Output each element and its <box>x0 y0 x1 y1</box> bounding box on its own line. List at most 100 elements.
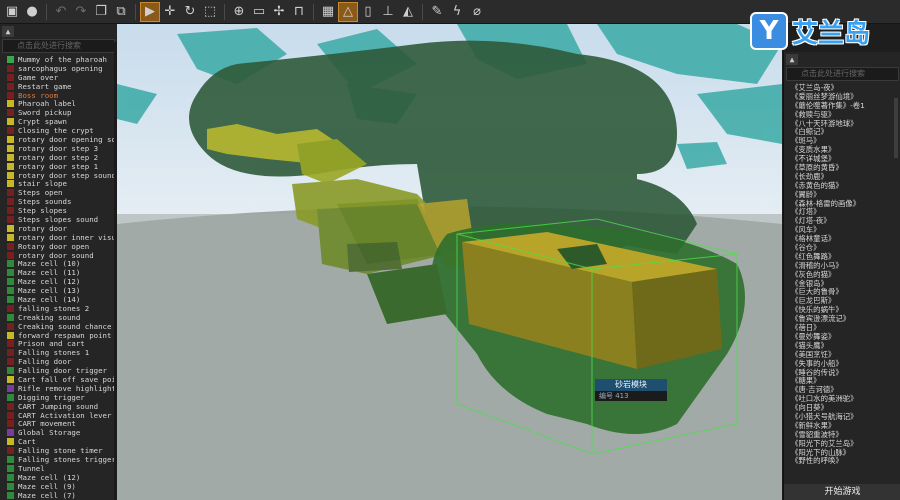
asset-item[interactable]: 《向日葵》 <box>791 403 900 412</box>
copy-icon[interactable]: ⧉ <box>111 2 131 22</box>
duplicate-icon[interactable]: ❐ <box>91 2 111 22</box>
undo-icon[interactable]: ↶ <box>51 2 71 22</box>
asset-item[interactable]: 《新鲜水果》 <box>791 421 900 430</box>
asset-item[interactable]: 《翼龄》 <box>791 190 900 199</box>
hierarchy-item[interactable]: Steps open <box>0 188 117 197</box>
asset-item[interactable]: 《长劲鹿》 <box>791 172 900 181</box>
hierarchy-item[interactable]: Maze cell (9) <box>0 482 117 491</box>
hierarchy-item[interactable]: stair slope <box>0 179 117 188</box>
hierarchy-search-input[interactable]: 点击此处进行搜索 <box>2 39 115 53</box>
hierarchy-item[interactable]: falling stones 2 <box>0 304 117 313</box>
hierarchy-item[interactable]: rotary door step 2 <box>0 153 117 162</box>
move-tool-icon[interactable]: ✛ <box>160 2 180 22</box>
asset-search-input[interactable]: 点击此处进行搜索 <box>786 67 899 81</box>
asset-item[interactable]: 《赤黄色的猫》 <box>791 181 900 190</box>
hierarchy-item[interactable]: Maze cell (14) <box>0 295 117 304</box>
asset-item[interactable]: 《美国烹饪》 <box>791 350 900 359</box>
hierarchy-item[interactable]: Digging trigger <box>0 393 117 402</box>
asset-item[interactable]: 《格林童话》 <box>791 234 900 243</box>
hierarchy-item[interactable]: Tunnel <box>0 464 117 473</box>
hierarchy-item[interactable]: Maze cell (13) <box>0 286 117 295</box>
collapse-panel-button[interactable]: ▲ <box>2 25 14 37</box>
asset-item[interactable]: 《艾兰岛-夜》 <box>791 83 900 92</box>
asset-item[interactable]: 《唐·吉诃德》 <box>791 385 900 394</box>
hierarchy-item[interactable]: rotary door inner visual <box>0 233 117 242</box>
asset-item[interactable]: 《灰色的猫》 <box>791 270 900 279</box>
rotate-tool-icon[interactable]: ↻ <box>180 2 200 22</box>
hierarchy-item[interactable]: rotary door step sounds <box>0 171 117 180</box>
hierarchy-item[interactable]: Maze cell (12) <box>0 277 117 286</box>
hierarchy-item[interactable]: Steps slopes sound <box>0 215 117 224</box>
asset-item[interactable]: 《白鲸记》 <box>791 127 900 137</box>
hierarchy-item[interactable]: Prison and cart <box>0 339 117 348</box>
asset-item[interactable]: 《斑马》 <box>791 136 900 145</box>
hierarchy-item[interactable]: Cart fall off save point <box>0 375 117 384</box>
hierarchy-item[interactable]: Cart <box>0 437 117 446</box>
local-space-icon[interactable]: ▭ <box>249 2 269 22</box>
lightbulb-icon[interactable]: ● <box>22 2 42 22</box>
eyedropper-icon[interactable]: ✎ <box>427 2 447 22</box>
hierarchy-item[interactable]: rotary door sound <box>0 251 117 260</box>
asset-item[interactable]: 《雪貂重波特》 <box>791 430 900 439</box>
hierarchy-item[interactable]: Global Storage <box>0 428 117 437</box>
start-game-button[interactable]: 开始游戏 <box>784 484 900 500</box>
asset-item[interactable]: 《巨大的鲁骨》 <box>791 287 900 297</box>
asset-item[interactable]: 《阳光下的山脉》 <box>791 448 900 457</box>
asset-item[interactable]: 《不详城堡》 <box>791 154 900 163</box>
asset-item[interactable]: 《滑稽的小马》 <box>791 261 900 270</box>
hierarchy-item[interactable]: rotary door <box>0 224 117 233</box>
asset-item[interactable]: 《风车》 <box>791 225 900 234</box>
asset-item[interactable]: 《糖果》 <box>791 376 900 385</box>
asset-item[interactable]: 《金银岛》 <box>791 279 900 288</box>
asset-item[interactable]: 《灯塔-夜》 <box>791 216 900 225</box>
hierarchy-item[interactable]: Maze cell (12) <box>0 473 117 482</box>
hierarchy-item[interactable]: Rotary door open <box>0 242 117 251</box>
asset-item[interactable]: 《鲁宾逊漂流记》 <box>791 314 900 323</box>
asset-item[interactable]: 《红色舞路》 <box>791 252 900 261</box>
terrain-icon[interactable]: ◭ <box>398 2 418 22</box>
hierarchy-item[interactable]: Creaking sound chance <box>0 322 117 331</box>
lightning-icon[interactable]: ϟ <box>447 2 467 22</box>
asset-item[interactable]: 《小猎犬号航海记》 <box>791 412 900 421</box>
hierarchy-item[interactable]: Step slopes <box>0 206 117 215</box>
hierarchy-item[interactable]: Falling stone timer <box>0 446 117 455</box>
hierarchy-item[interactable]: Steps sounds <box>0 197 117 206</box>
scene-viewport[interactable]: 砂岩模块 编号 413 <box>117 24 782 500</box>
hierarchy-item[interactable]: Maze cell (7) <box>0 491 117 500</box>
hierarchy-item[interactable]: Mummy of the pharoah <box>0 55 117 64</box>
hierarchy-item[interactable]: forward respawn point <box>0 331 117 340</box>
hierarchy-item[interactable]: rotary door opening sound <box>0 135 117 144</box>
save-icon[interactable]: ▣ <box>2 2 22 22</box>
grid-icon[interactable]: ▦ <box>318 2 338 22</box>
hierarchy-item[interactable]: Maze cell (11) <box>0 268 117 277</box>
bar-icon[interactable]: ▯ <box>358 2 378 22</box>
hierarchy-item[interactable]: Crypt spawn <box>0 117 117 126</box>
asset-item[interactable]: 《巨龙巴斯》 <box>791 296 900 305</box>
scale-tool-icon[interactable]: ⬚ <box>200 2 220 22</box>
asset-item[interactable]: 《吐口水的美洲驼》 <box>791 394 900 403</box>
hierarchy-item[interactable]: Boss room <box>0 91 117 100</box>
hierarchy-item[interactable]: CART Jumping sound <box>0 402 117 411</box>
hierarchy-item[interactable]: Falling door <box>0 357 117 366</box>
hierarchy-item[interactable]: Falling stones trigger <box>0 455 117 464</box>
globe-icon[interactable]: ⊕ <box>229 2 249 22</box>
hierarchy-item[interactable]: Restart game <box>0 82 117 91</box>
snap-icon[interactable]: ✢ <box>269 2 289 22</box>
collapse-asset-panel-button[interactable]: ▲ <box>786 53 798 65</box>
asset-item[interactable]: 《睡谷的传说》 <box>791 368 900 377</box>
pin-icon[interactable]: ⊥ <box>378 2 398 22</box>
hierarchy-item[interactable]: sarcophagus opening <box>0 64 117 73</box>
asset-item[interactable]: 《蘑伦噬著作集》-卷1 <box>791 101 900 110</box>
hierarchy-item[interactable]: Falling stones 1 <box>0 348 117 357</box>
asset-item[interactable]: 《曼妙舞姿》 <box>791 332 900 341</box>
asset-item[interactable]: 《阳光下的艾兰岛》 <box>791 439 900 448</box>
hierarchy-item[interactable]: rotary door step 3 <box>0 144 117 153</box>
asset-item[interactable]: 《谷仓》 <box>791 243 900 252</box>
asset-item[interactable]: 《野性的呼唤》 <box>791 456 900 465</box>
hierarchy-item[interactable]: Game over <box>0 73 117 82</box>
lock-icon[interactable]: ⊓ <box>289 2 309 22</box>
asset-item[interactable]: 《快乐的蜗牛》 <box>791 305 900 314</box>
asset-scrollbar[interactable] <box>894 98 898 158</box>
hierarchy-item[interactable]: Closing the crypt <box>0 126 117 135</box>
asset-item[interactable]: 《灯塔》 <box>791 207 900 217</box>
